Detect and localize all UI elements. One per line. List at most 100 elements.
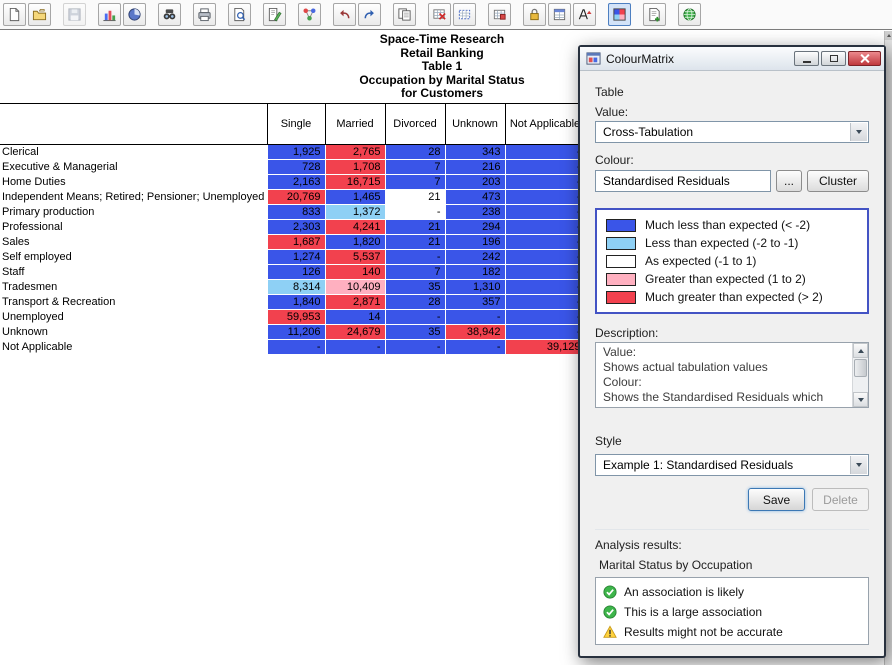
row-label[interactable]: Executive & Managerial (0, 160, 267, 175)
table-cell[interactable]: 28 (385, 295, 445, 310)
table-cell[interactable]: - (505, 250, 585, 265)
table-cell[interactable]: 1,925 (267, 145, 325, 160)
browse-colour-button[interactable]: ... (776, 170, 802, 192)
table-cell[interactable]: - (267, 340, 325, 355)
table-cell[interactable]: 126 (267, 265, 325, 280)
select-table-button[interactable] (453, 3, 476, 26)
table-cell[interactable]: - (505, 280, 585, 295)
save-button[interactable] (63, 3, 86, 26)
edit-annotations-button[interactable] (263, 3, 286, 26)
delete-button[interactable]: Delete (812, 488, 869, 511)
table-cell[interactable]: 20,769 (267, 190, 325, 205)
table-cell[interactable]: 2,765 (325, 145, 385, 160)
row-label[interactable]: Not Applicable (0, 340, 267, 355)
table-cell[interactable]: 357 (445, 295, 505, 310)
table-cell[interactable]: - (505, 235, 585, 250)
find-button[interactable] (158, 3, 181, 26)
table-cell[interactable]: 1,708 (325, 160, 385, 175)
row-label[interactable]: Clerical (0, 145, 267, 160)
table-cell[interactable]: 7 (385, 160, 445, 175)
table-cell[interactable]: 1,465 (325, 190, 385, 205)
table-cell[interactable]: 10,409 (325, 280, 385, 295)
minimize-button[interactable] (794, 51, 819, 66)
table-cell[interactable]: 7 (385, 175, 445, 190)
column-header[interactable]: Unknown (445, 104, 505, 145)
table-cell[interactable]: 11,206 (267, 325, 325, 340)
table-cell[interactable]: 21 (385, 190, 445, 205)
table-cell[interactable]: 38,942 (445, 325, 505, 340)
row-label[interactable]: Unemployed (0, 310, 267, 325)
table-cell[interactable]: - (505, 265, 585, 280)
description-scrollbar[interactable] (852, 343, 868, 407)
row-label[interactable]: Primary production (0, 205, 267, 220)
table-cell[interactable]: - (505, 295, 585, 310)
table-cell[interactable]: - (505, 190, 585, 205)
colour-matrix-button[interactable] (608, 3, 631, 26)
table-cell[interactable]: 28 (385, 145, 445, 160)
table-cell[interactable]: 2,303 (267, 220, 325, 235)
row-label[interactable]: Professional (0, 220, 267, 235)
colour-input[interactable]: Standardised Residuals (595, 170, 771, 192)
table-cell[interactable]: 203 (445, 175, 505, 190)
table-cell[interactable]: 1,820 (325, 235, 385, 250)
table-cell[interactable]: 1,840 (267, 295, 325, 310)
maximize-button[interactable] (821, 51, 846, 66)
table-cell[interactable]: 473 (445, 190, 505, 205)
column-header[interactable]: Not Applicable (505, 104, 585, 145)
table-cell[interactable]: 14 (325, 310, 385, 325)
copy-button[interactable] (393, 3, 416, 26)
fields-button[interactable] (548, 3, 571, 26)
table-cell[interactable]: - (385, 205, 445, 220)
table-cell[interactable]: 238 (445, 205, 505, 220)
table-cell[interactable]: - (325, 340, 385, 355)
table-cell[interactable]: 21 (385, 235, 445, 250)
print-preview-button[interactable] (228, 3, 251, 26)
table-cell[interactable]: 4,241 (325, 220, 385, 235)
table-cell[interactable]: 343 (445, 145, 505, 160)
table-cell[interactable]: 2,871 (325, 295, 385, 310)
cluster-button[interactable]: Cluster (807, 170, 869, 192)
row-label[interactable]: Independent Means; Retired; Pensioner; U… (0, 190, 267, 205)
font-size-button[interactable] (573, 3, 596, 26)
value-dropdown[interactable]: Cross-Tabulation (595, 121, 869, 143)
table-cell[interactable]: - (445, 310, 505, 325)
table-cell[interactable]: 5,537 (325, 250, 385, 265)
scroll-up-icon[interactable] (885, 31, 892, 40)
table-cell[interactable]: 8,314 (267, 280, 325, 295)
style-dropdown[interactable]: Example 1: Standardised Residuals (595, 454, 869, 476)
row-label[interactable]: Tradesmen (0, 280, 267, 295)
table-cell[interactable]: 24,679 (325, 325, 385, 340)
table-cell[interactable]: 182 (445, 265, 505, 280)
go-web-button[interactable] (678, 3, 701, 26)
table-cell[interactable]: - (505, 220, 585, 235)
lock-button[interactable] (523, 3, 546, 26)
table-properties-button[interactable] (488, 3, 511, 26)
table-cell[interactable]: 1,310 (445, 280, 505, 295)
table-cell[interactable]: 833 (267, 205, 325, 220)
table-cell[interactable]: 35 (385, 280, 445, 295)
table-cell[interactable]: 16,715 (325, 175, 385, 190)
column-header[interactable]: Married (325, 104, 385, 145)
table-cell[interactable]: 242 (445, 250, 505, 265)
table-cell[interactable]: - (385, 340, 445, 355)
print-button[interactable] (193, 3, 216, 26)
table-cell[interactable]: 7 (385, 265, 445, 280)
derivations-button[interactable] (298, 3, 321, 26)
row-label[interactable]: Transport & Recreation (0, 295, 267, 310)
scroll-track[interactable] (853, 378, 868, 392)
dialog-titlebar[interactable]: ColourMatrix (580, 47, 884, 71)
table-cell[interactable]: - (505, 325, 585, 340)
table-cell[interactable]: 39,129 (505, 340, 585, 355)
table-cell[interactable]: 294 (445, 220, 505, 235)
column-header[interactable]: Divorced (385, 104, 445, 145)
scroll-thumb[interactable] (854, 359, 867, 377)
close-button[interactable] (848, 51, 881, 66)
pie-chart-button[interactable] (123, 3, 146, 26)
delete-table-button[interactable] (428, 3, 451, 26)
table-cell[interactable]: - (505, 145, 585, 160)
table-cell[interactable]: 1,274 (267, 250, 325, 265)
table-cell[interactable]: 216 (445, 160, 505, 175)
table-cell[interactable]: 728 (267, 160, 325, 175)
row-label[interactable]: Staff (0, 265, 267, 280)
save-button[interactable]: Save (748, 488, 805, 511)
